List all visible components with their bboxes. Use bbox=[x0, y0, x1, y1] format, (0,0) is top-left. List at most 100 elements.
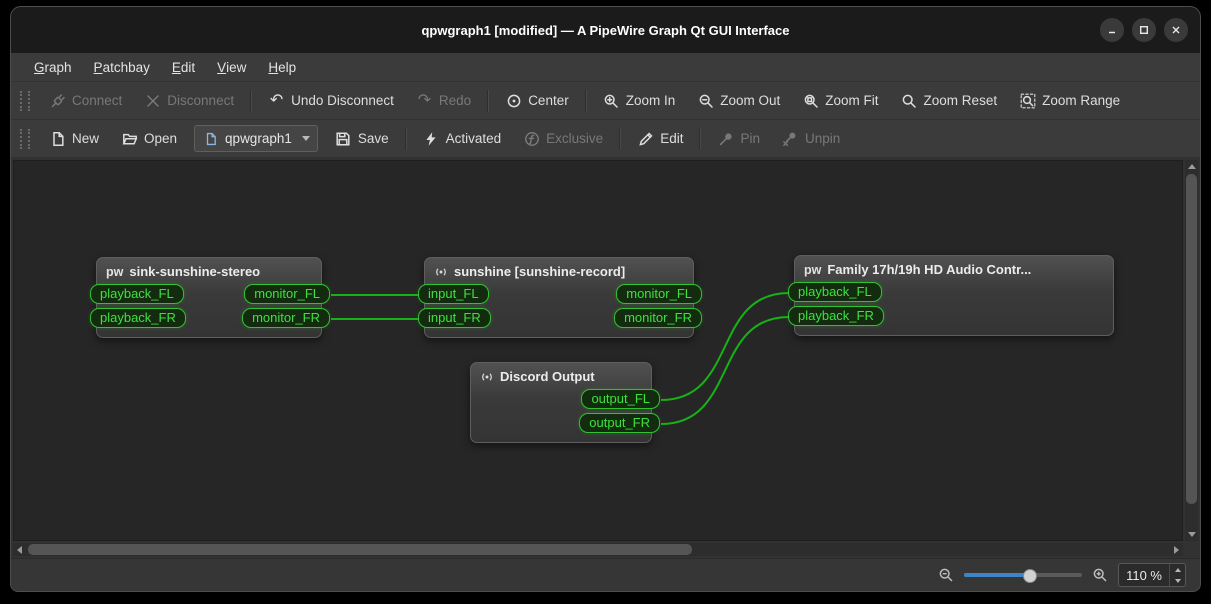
toolbar-button-label: Edit bbox=[660, 131, 684, 146]
zoom-slider[interactable] bbox=[964, 567, 1083, 583]
window-title: qpwgraph1 [modified] — A PipeWire Graph … bbox=[421, 22, 790, 38]
menu-patchbay[interactable]: Patchbay bbox=[83, 53, 161, 81]
node-title-bar[interactable]: pw sink-sunshine-stereo bbox=[97, 258, 321, 282]
redo-button[interactable]: ↷ Redo bbox=[405, 86, 482, 116]
maximize-button[interactable] bbox=[1132, 18, 1156, 42]
port-output_FL[interactable]: output_FL bbox=[581, 389, 660, 409]
node-sink-sunshine-stereo[interactable]: pw sink-sunshine-stereo playback_FL monitor… bbox=[90, 257, 330, 338]
toolbar-button-label: Exclusive bbox=[546, 131, 604, 146]
graph-canvas[interactable]: pw sink-sunshine-stereo playback_FL monitor… bbox=[13, 160, 1183, 541]
zoom-fit-icon bbox=[802, 92, 819, 109]
maximize-icon bbox=[1140, 26, 1148, 34]
scroll-right-button[interactable] bbox=[1170, 543, 1183, 556]
vertical-scrollbar[interactable] bbox=[1185, 160, 1198, 541]
save-button[interactable]: Save bbox=[324, 124, 400, 154]
port-input_FL[interactable]: input_FL bbox=[418, 284, 489, 304]
edit-icon bbox=[637, 130, 654, 147]
node-title: Discord Output bbox=[500, 369, 595, 384]
port-playback_FR[interactable]: playback_FR bbox=[90, 308, 186, 328]
port-input_FR[interactable]: input_FR bbox=[418, 308, 491, 328]
toolbar-separator bbox=[619, 127, 622, 150]
minimize-button[interactable] bbox=[1100, 18, 1124, 42]
unpin-button[interactable]: Unpin bbox=[771, 124, 851, 154]
titlebar[interactable]: qpwgraph1 [modified] — A PipeWire Graph … bbox=[11, 7, 1200, 53]
record-icon bbox=[480, 370, 494, 384]
node-discord-output[interactable]: Discord Output output_FL output_FR bbox=[470, 362, 660, 443]
window-controls bbox=[1100, 7, 1188, 53]
scroll-down-button[interactable] bbox=[1185, 528, 1198, 541]
pipewire-icon: pw bbox=[804, 262, 822, 277]
toolbar-button-label: Connect bbox=[72, 93, 123, 108]
toolbar-button-label: Disconnect bbox=[167, 93, 235, 108]
activated-icon bbox=[423, 130, 440, 147]
port-monitor_FR[interactable]: monitor_FR bbox=[242, 308, 330, 328]
zoom-range-button[interactable]: Zoom Range bbox=[1008, 86, 1131, 116]
horizontal-scrollbar[interactable] bbox=[13, 543, 1183, 556]
zoom-reset-button[interactable]: Zoom Reset bbox=[890, 86, 1009, 116]
toolbar-button-label: Undo Disconnect bbox=[291, 93, 394, 108]
scroll-left-button[interactable] bbox=[13, 543, 26, 556]
scrollbar-corner bbox=[1183, 543, 1198, 556]
zoom-out-icon bbox=[697, 92, 714, 109]
exclusive-button[interactable]: Exclusive bbox=[512, 124, 614, 154]
zoom-fit-button[interactable]: Zoom Fit bbox=[791, 86, 889, 116]
menu-help[interactable]: Help bbox=[257, 53, 307, 81]
connect-button[interactable]: Connect bbox=[38, 86, 133, 116]
toolbar-button-label: Activated bbox=[445, 131, 502, 146]
toolbar-separator bbox=[404, 127, 407, 150]
menu-view[interactable]: View bbox=[206, 53, 257, 81]
activated-button[interactable]: Activated bbox=[412, 124, 513, 154]
node-title-bar[interactable]: sunshine [sunshine-record] bbox=[425, 258, 693, 282]
new-button[interactable]: New bbox=[38, 124, 110, 154]
zoom-in-button[interactable]: Zoom In bbox=[592, 86, 687, 116]
zoom-out-button[interactable]: Zoom Out bbox=[686, 86, 791, 116]
node-family-audio[interactable]: pw Family 17h/19h HD Audio Contr... playba… bbox=[788, 255, 1114, 336]
toolbar-button-label: Unpin bbox=[804, 131, 841, 146]
port-monitor_FR[interactable]: monitor_FR bbox=[614, 308, 702, 328]
horizontal-scroll-track[interactable] bbox=[26, 543, 1170, 556]
node-sunshine[interactable]: sunshine [sunshine-record] input_FLmonito… bbox=[418, 257, 702, 338]
zoom-spin-down-button[interactable] bbox=[1170, 575, 1185, 586]
center-button[interactable]: Center bbox=[494, 86, 580, 116]
port-playback_FL[interactable]: playback_FL bbox=[90, 284, 184, 304]
vertical-scroll-thumb[interactable] bbox=[1186, 174, 1197, 505]
horizontal-scroll-thumb[interactable] bbox=[28, 544, 692, 555]
open-button[interactable]: Open bbox=[110, 124, 188, 154]
undo-disconnect-button[interactable]: ↶ Undo Disconnect bbox=[257, 86, 405, 116]
scroll-up-button[interactable] bbox=[1185, 160, 1198, 173]
zoom-out-icon[interactable] bbox=[938, 567, 954, 583]
zoom-reset-icon bbox=[901, 92, 918, 109]
toolbar-drag-handle[interactable] bbox=[20, 128, 30, 149]
toolbar-button-label: Pin bbox=[740, 131, 760, 146]
port-playback_FL[interactable]: playback_FL bbox=[788, 282, 882, 302]
patchbay-combo[interactable]: qpwgraph1 bbox=[194, 125, 318, 152]
node-title: sink-sunshine-stereo bbox=[129, 264, 261, 279]
menu-graph[interactable]: Graph bbox=[23, 53, 83, 81]
new-icon bbox=[49, 130, 66, 147]
toolbar-separator bbox=[584, 89, 587, 112]
edit-button[interactable]: Edit bbox=[626, 124, 694, 154]
zoom-spinbox[interactable]: 110 % bbox=[1118, 563, 1186, 587]
main-toolbar: Connect Disconnect ↶ Undo Disconnect ↷ Redo Ce… bbox=[11, 82, 1200, 120]
undo-icon: ↶ bbox=[269, 91, 284, 109]
menu-edit[interactable]: Edit bbox=[161, 53, 206, 81]
menubar: Graph Patchbay Edit View Help bbox=[11, 53, 1200, 82]
toolbar-separator bbox=[699, 127, 702, 150]
toolbar-separator bbox=[487, 89, 490, 112]
zoom-slider-handle[interactable] bbox=[1022, 569, 1037, 583]
zoom-in-icon[interactable] bbox=[1092, 567, 1108, 583]
pin-button[interactable]: Pin bbox=[706, 124, 771, 154]
port-playback_FR[interactable]: playback_FR bbox=[788, 306, 884, 326]
patchbay-toolbar: New Open qpwgraph1 Save Activated Exclusive Ed… bbox=[11, 120, 1200, 158]
toolbar-drag-handle[interactable] bbox=[20, 90, 30, 111]
disconnect-button[interactable]: Disconnect bbox=[133, 86, 245, 116]
port-output_FR[interactable]: output_FR bbox=[579, 413, 660, 433]
zoom-spin-up-button[interactable] bbox=[1170, 564, 1185, 575]
port-monitor_FL[interactable]: monitor_FL bbox=[244, 284, 330, 304]
node-title-bar[interactable]: pw Family 17h/19h HD Audio Contr... bbox=[795, 256, 1113, 280]
vertical-scroll-track[interactable] bbox=[1185, 173, 1198, 528]
node-title-bar[interactable]: Discord Output bbox=[471, 363, 651, 387]
close-button[interactable] bbox=[1164, 18, 1188, 42]
center-icon bbox=[505, 92, 522, 109]
port-monitor_FL[interactable]: monitor_FL bbox=[616, 284, 702, 304]
